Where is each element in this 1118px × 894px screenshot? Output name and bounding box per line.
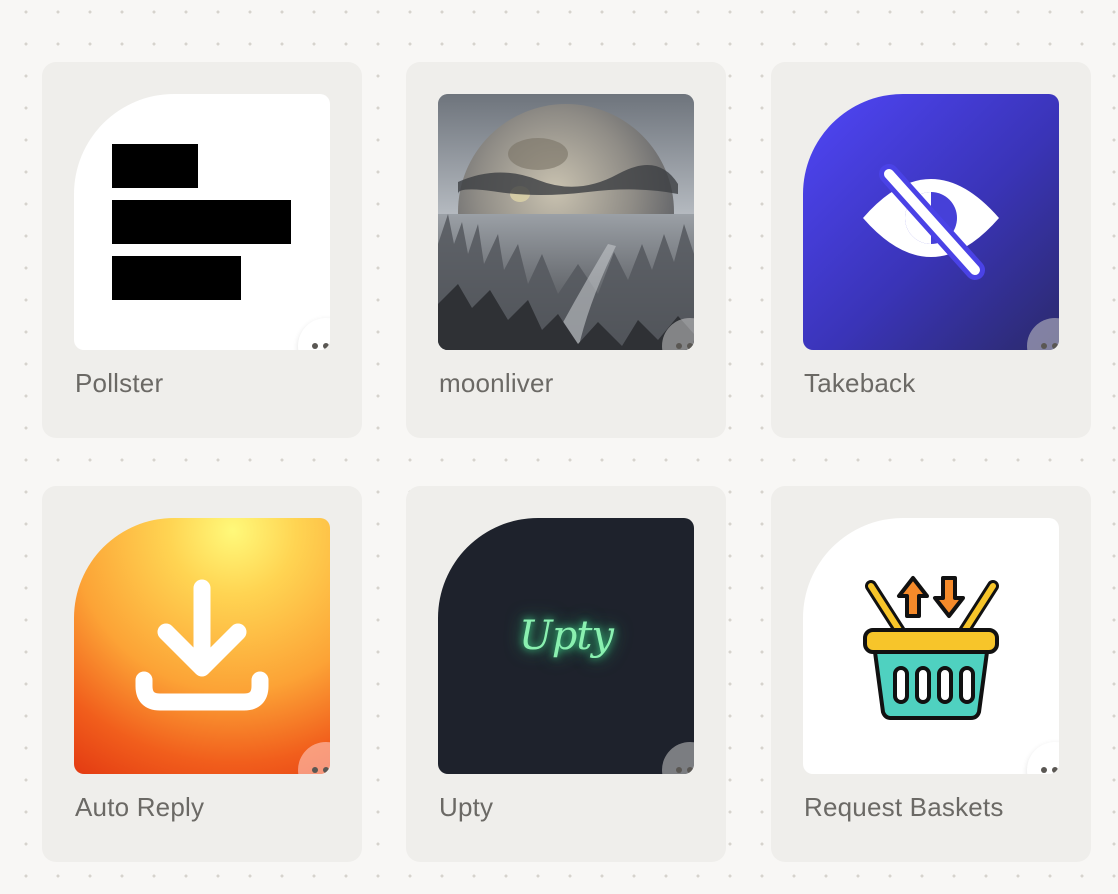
basket-icon: [803, 518, 1059, 774]
app-name: Upty: [439, 792, 494, 822]
upty-logo-text: Upty: [519, 613, 614, 659]
app-card-moonliver[interactable]: moonliver: [406, 62, 726, 438]
app-card-pollster[interactable]: Pollster: [42, 62, 362, 438]
eye-slash-icon: [803, 94, 1059, 350]
more-horizontal-icon: [676, 343, 694, 349]
more-horizontal-icon: [312, 343, 330, 349]
app-card-auto-reply[interactable]: Auto Reply: [42, 486, 362, 862]
pollster-bars-icon: [74, 94, 330, 350]
app-card-request-baskets[interactable]: Request Baskets: [771, 486, 1091, 862]
app-name: Pollster: [75, 368, 164, 398]
moon-landscape-image: [438, 94, 694, 350]
app-name: Request Baskets: [804, 792, 1004, 822]
more-horizontal-icon: [312, 767, 330, 773]
app-card-takeback[interactable]: Takeback: [771, 62, 1091, 438]
more-horizontal-icon: [676, 767, 694, 773]
app-name: Auto Reply: [75, 792, 205, 822]
app-card-upty[interactable]: Upty Upty: [406, 486, 726, 862]
upty-logo: Upty: [438, 518, 694, 774]
more-horizontal-icon: [1041, 343, 1059, 349]
more-options-button[interactable]: [662, 742, 694, 774]
more-horizontal-icon: [1041, 767, 1059, 773]
app-name: Takeback: [804, 368, 916, 398]
download-tray-icon: [74, 518, 330, 774]
app-name: moonliver: [439, 368, 554, 398]
